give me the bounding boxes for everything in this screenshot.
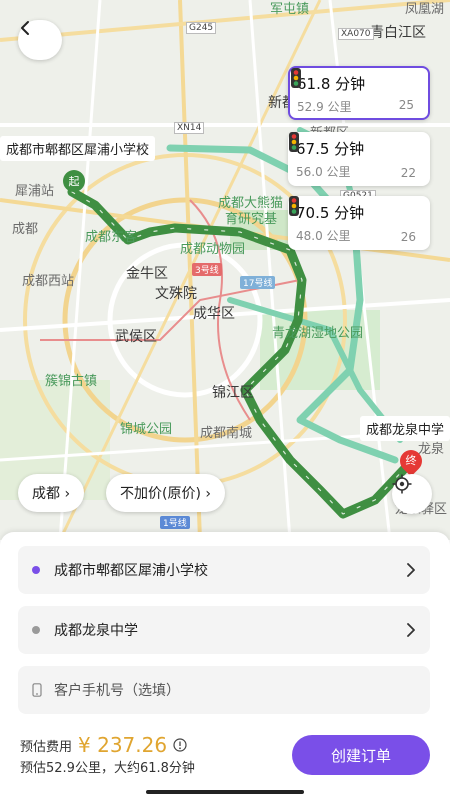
road-shield: XA070 <box>338 28 374 40</box>
phone-placeholder: 客户手机号（选填） <box>54 683 180 699</box>
phone-field[interactable]: 客户手机号（选填） <box>18 666 430 714</box>
map-label: 成都动物园 <box>180 242 246 257</box>
start-marker[interactable]: 起 <box>63 170 85 192</box>
map-label: 青龙湖湿地公园 <box>272 326 364 341</box>
destination-field[interactable]: 成都龙泉中学 <box>18 606 430 654</box>
traffic-light-count: 25 <box>398 98 414 112</box>
map-label: 成都 <box>12 222 39 237</box>
map-label: 锦城公园 <box>120 422 173 437</box>
fee-row: 预估费用 ¥ 237.26 <box>20 733 187 757</box>
end-marker-badge: 终 <box>405 454 417 467</box>
metro-line-badge: 17号线 <box>240 276 276 289</box>
map-view[interactable]: 军屯镇 青白江区 凤凰湖 新都 新都区 犀浦站 成都大熊猫 育研究基 成都东客 … <box>0 0 450 540</box>
origin-field[interactable]: 成都市郫都区犀浦小学校 <box>18 546 430 594</box>
fee-summary: 预估52.9公里，大约61.8分钟 <box>20 761 195 776</box>
map-label: 成华区 <box>193 306 235 322</box>
create-order-button[interactable]: 创建订单 <box>292 735 430 775</box>
map-label: 成都南城 <box>200 426 253 441</box>
city-selector-button[interactable]: 成都 › <box>18 474 85 512</box>
destination-text: 成都龙泉中学 <box>54 623 138 639</box>
metro-line-badge: 1号线 <box>160 516 190 529</box>
end-location-tag: 成都龙泉中学 <box>360 416 450 441</box>
route-option-3[interactable]: 70.5 分钟 48.0 公里 26 <box>288 196 430 250</box>
map-label: 青白江区 <box>370 25 426 41</box>
phone-icon <box>32 683 42 697</box>
map-label: 犀浦站 <box>15 184 55 199</box>
route-time: 67.5 分钟 <box>296 140 365 158</box>
start-marker-badge: 起 <box>68 175 80 188</box>
traffic-light-count: 22 <box>400 166 416 180</box>
price-option-label: 不加价(原价) › <box>120 486 211 502</box>
map-label: 成都东客 <box>85 230 138 245</box>
route-time: 70.5 分钟 <box>296 204 365 222</box>
end-marker[interactable]: 终 <box>395 445 427 477</box>
map-label: 武侯区 <box>115 329 157 345</box>
traffic-light-icon <box>291 68 301 88</box>
traffic-light-icon <box>289 196 299 216</box>
route-option-2[interactable]: 67.5 分钟 56.0 公里 22 <box>288 132 430 186</box>
map-label: 凤凰湖 <box>405 2 445 17</box>
info-icon[interactable] <box>173 738 187 752</box>
fee-label: 预估费用 <box>20 739 73 755</box>
map-label: 簇锦古镇 <box>45 374 98 389</box>
map-label: 锦江区 <box>212 385 254 401</box>
map-label: 成都西站 <box>22 274 75 289</box>
destination-dot-icon <box>32 626 40 634</box>
route-time: 61.8 分钟 <box>297 75 366 93</box>
chevron-right-icon <box>407 563 415 577</box>
map-label: 军屯镇 <box>270 2 310 17</box>
home-indicator <box>146 790 304 794</box>
map-label: 文殊院 <box>155 286 197 302</box>
price-option-button[interactable]: 不加价(原价) › <box>106 474 225 512</box>
map-label: 金牛区 <box>126 266 168 282</box>
metro-line-badge: 3号线 <box>192 263 222 276</box>
traffic-light-icon <box>289 132 299 152</box>
road-shield: XN14 <box>174 122 205 134</box>
route-option-1[interactable]: 61.8 分钟 52.9 公里 25 <box>288 66 430 120</box>
back-button[interactable] <box>18 20 62 60</box>
locate-icon <box>392 474 412 494</box>
city-selector-label: 成都 › <box>32 486 71 502</box>
chevron-right-icon <box>407 623 415 637</box>
origin-text: 成都市郫都区犀浦小学校 <box>54 563 208 579</box>
origin-dot-icon <box>32 566 40 574</box>
locate-me-button[interactable] <box>392 474 432 514</box>
traffic-light-count: 26 <box>400 230 416 244</box>
start-location-tag: 成都市郫都区犀浦小学校 <box>0 136 156 161</box>
map-label: 育研究基 <box>225 212 278 227</box>
fee-value: ¥ 237.26 <box>78 733 168 757</box>
road-shield: G245 <box>186 22 217 34</box>
chevron-left-icon <box>21 21 29 35</box>
create-order-label: 创建订单 <box>330 746 391 765</box>
